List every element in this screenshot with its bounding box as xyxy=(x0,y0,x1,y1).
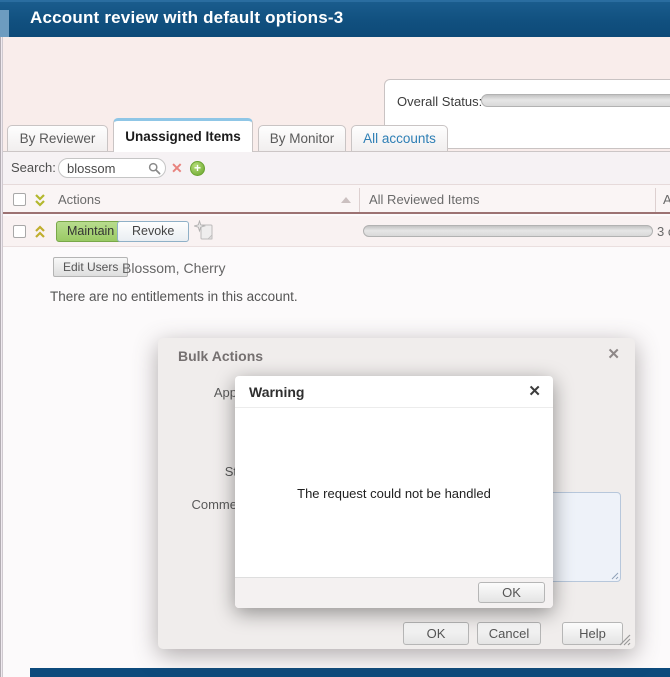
bulk-cancel-button[interactable]: Cancel xyxy=(477,622,541,645)
row-count-fragment: 3 o xyxy=(657,216,670,247)
auto-decide-icon[interactable] xyxy=(194,220,215,242)
tab-all-accounts-label: All accounts xyxy=(363,131,436,146)
bottom-bar xyxy=(30,668,670,677)
warning-message: The request could not be handled xyxy=(235,486,553,501)
column-header-fragment: A xyxy=(663,185,670,214)
search-label: Search: xyxy=(11,152,56,184)
title-bar: Account review with default options-3 xyxy=(0,0,670,37)
collapse-all-chevron-icon[interactable] xyxy=(33,193,47,207)
textarea-resize-grip-icon[interactable] xyxy=(608,569,619,580)
tab-by-monitor-label: By Monitor xyxy=(270,131,335,146)
account-name: Blossom, Cherry xyxy=(122,260,225,276)
no-entitlements-message: There are no entitlements in this accoun… xyxy=(50,289,298,304)
row-progress-bar xyxy=(363,225,653,237)
bulk-ok-button[interactable]: OK xyxy=(403,622,469,645)
tab-by-reviewer-label: By Reviewer xyxy=(20,131,96,146)
column-header-all-reviewed-items[interactable]: All Reviewed Items xyxy=(369,185,480,214)
column-divider xyxy=(655,188,656,212)
dialog-resize-grip-icon[interactable] xyxy=(618,633,631,646)
comments-label-fragment: Comme xyxy=(191,497,237,512)
account-review-page: Account review with default options-3 Ov… xyxy=(0,0,670,677)
table-row: Maintain Revoke 3 o xyxy=(3,216,670,247)
maintain-button[interactable]: Maintain xyxy=(56,221,125,242)
overall-status-progress-bar xyxy=(481,94,670,107)
warning-dialog-header: Warning ✕ xyxy=(235,376,553,408)
warning-close-icon[interactable]: ✕ xyxy=(528,382,541,400)
warning-dialog: Warning ✕ The request could not be handl… xyxy=(235,376,553,608)
column-divider xyxy=(359,188,360,212)
search-icon xyxy=(148,162,161,175)
search-input[interactable] xyxy=(58,158,166,178)
bulk-help-button[interactable]: Help xyxy=(562,622,623,645)
clear-search-icon[interactable]: ✕ xyxy=(171,152,183,184)
bulk-actions-close-icon[interactable]: ✕ xyxy=(607,345,620,363)
page-title: Account review with default options-3 xyxy=(30,8,343,28)
revoke-button[interactable]: Revoke xyxy=(117,221,189,242)
tab-by-monitor[interactable]: By Monitor xyxy=(258,125,346,151)
title-bar-left-block xyxy=(0,10,9,39)
sort-ascending-icon[interactable] xyxy=(341,197,351,203)
search-input-field[interactable] xyxy=(67,160,145,176)
grid-header: Actions All Reviewed Items A xyxy=(3,184,670,214)
warning-dialog-footer: OK xyxy=(235,577,553,608)
select-all-checkbox[interactable] xyxy=(13,193,26,206)
add-icon[interactable]: + xyxy=(190,161,205,176)
warning-title: Warning xyxy=(249,384,304,400)
overall-status-label: Overall Status: xyxy=(397,94,482,109)
tab-all-accounts[interactable]: All accounts xyxy=(351,125,448,151)
row-checkbox[interactable] xyxy=(13,225,26,238)
tab-unassigned-items[interactable]: Unassigned Items xyxy=(113,118,253,152)
bulk-actions-title: Bulk Actions xyxy=(178,348,263,364)
window-left-border xyxy=(0,37,3,677)
approve-label-fragment: App xyxy=(214,385,237,400)
tab-unassigned-items-label: Unassigned Items xyxy=(125,129,241,144)
collapse-row-chevron-icon[interactable] xyxy=(33,225,47,239)
edit-users-button[interactable]: Edit Users xyxy=(53,257,128,277)
tab-by-reviewer[interactable]: By Reviewer xyxy=(7,125,108,151)
warning-ok-button[interactable]: OK xyxy=(478,582,545,603)
search-toolbar: Search: ✕ + xyxy=(3,152,670,184)
column-header-actions[interactable]: Actions xyxy=(58,185,101,214)
